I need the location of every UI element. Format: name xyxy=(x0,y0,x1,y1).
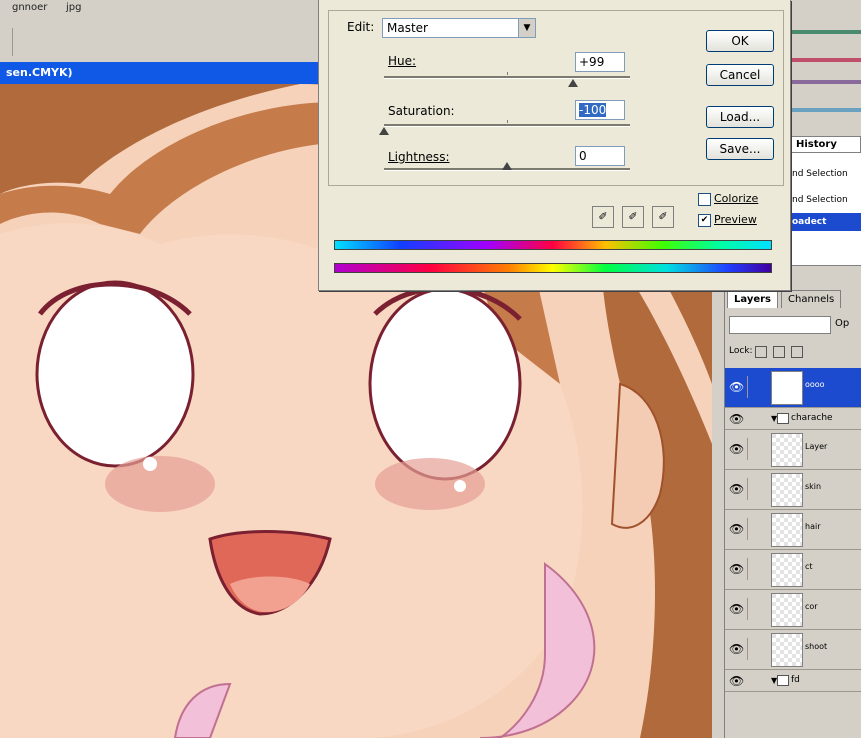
edit-label: Edit: xyxy=(347,20,375,34)
hue-label: Hue: xyxy=(388,54,417,68)
eye-icon[interactable]: 👁 xyxy=(729,642,744,656)
tab-channels[interactable]: Channels xyxy=(781,290,842,308)
hue-slider-track[interactable] xyxy=(384,76,630,79)
layer-group-row[interactable]: 👁 ▼ fd xyxy=(725,670,861,692)
colorize-label: Colorize xyxy=(714,192,759,205)
menu-bar: gnnoer jpg xyxy=(0,0,320,23)
brush-icon xyxy=(747,376,766,398)
layer-name: oooo xyxy=(805,380,825,389)
link-slot xyxy=(747,478,766,500)
layer-name: Layer xyxy=(805,442,828,451)
opacity-label: Op xyxy=(835,318,850,329)
hue-center-tick xyxy=(507,72,508,75)
eyedropper-icon[interactable]: ✐ xyxy=(592,206,614,228)
eye-icon[interactable]: 👁 xyxy=(729,482,744,496)
cancel-button[interactable]: Cancel xyxy=(706,64,774,86)
link-slot xyxy=(747,518,766,540)
menu-item-1[interactable]: jpg xyxy=(66,2,81,13)
lock-image-checkbox[interactable] xyxy=(773,346,785,358)
tab-layers[interactable]: Layers xyxy=(727,290,778,308)
folder-icon xyxy=(777,413,789,424)
layer-group-row[interactable]: 👁 ▼ charache xyxy=(725,408,861,430)
lock-label: Lock: xyxy=(729,346,753,356)
swatch-strip xyxy=(792,108,861,112)
layer-row[interactable]: 👁 ct xyxy=(725,550,861,590)
toolbar-divider xyxy=(12,28,13,56)
menu-item-0[interactable]: gnnoer xyxy=(12,2,47,13)
saturation-input[interactable]: -100 xyxy=(575,100,625,120)
eyedropper-add-icon[interactable]: ✐ xyxy=(622,206,644,228)
hue-input[interactable]: +99 xyxy=(575,52,625,72)
preview-checkbox[interactable]: ✔ xyxy=(698,214,711,227)
layer-name: shoot xyxy=(805,642,828,651)
eye-icon[interactable]: 👁 xyxy=(729,602,744,616)
layer-name: ct xyxy=(805,562,813,571)
layers-panel: Layers Channels Op Lock: 👁 oooo 👁 ▼ char… xyxy=(724,290,861,738)
layer-group-name: charache xyxy=(791,413,833,423)
lightness-label: Lightness: xyxy=(388,150,450,164)
hue-spectrum-bar-output xyxy=(334,263,772,273)
eyedropper-subtract-icon[interactable]: ✐ xyxy=(652,206,674,228)
hue-slider-thumb[interactable] xyxy=(568,79,579,87)
edit-channel-select[interactable]: Master ▼ xyxy=(382,18,536,38)
blend-mode-select[interactable] xyxy=(729,316,831,334)
layer-row[interactable]: 👁 shoot xyxy=(725,630,861,670)
eye-icon[interactable]: 👁 xyxy=(729,522,744,536)
eye-icon[interactable]: 👁 xyxy=(729,442,744,456)
edit-select-value: Master xyxy=(387,21,428,35)
saturation-slider-track[interactable] xyxy=(384,124,630,127)
layer-row[interactable]: 👁 skin xyxy=(725,470,861,510)
save-button[interactable]: Save... xyxy=(706,138,774,160)
history-item[interactable]: nd Selection xyxy=(790,191,861,209)
layer-row[interactable]: 👁 cor xyxy=(725,590,861,630)
history-item-selected[interactable]: oadect xyxy=(790,213,861,231)
layer-thumbnail xyxy=(771,433,803,467)
layer-thumbnail xyxy=(771,553,803,587)
layer-name: hair xyxy=(805,522,821,531)
saturation-label: Saturation: xyxy=(388,104,455,118)
link-slot xyxy=(747,438,766,460)
layer-thumbnail xyxy=(771,513,803,547)
swatch-strip xyxy=(792,58,861,62)
eye-icon[interactable]: 👁 xyxy=(729,674,744,688)
layer-group-name: fd xyxy=(791,675,800,685)
layer-row[interactable]: 👁 Layer xyxy=(725,430,861,470)
hue-spectrum-bar-input xyxy=(334,240,772,250)
lightness-slider-thumb[interactable] xyxy=(502,162,512,170)
layer-thumbnail xyxy=(771,473,803,507)
swatch-strip xyxy=(792,30,861,34)
swatch-strip xyxy=(792,80,861,84)
history-list: nd Selection nd Selection oadect xyxy=(789,152,861,266)
eye-icon[interactable]: 👁 xyxy=(729,562,744,576)
layer-thumbnail xyxy=(771,633,803,667)
link-slot xyxy=(747,558,766,580)
tab-history[interactable]: History xyxy=(789,136,861,152)
saturation-center-tick xyxy=(507,120,508,123)
layer-name: skin xyxy=(805,482,822,491)
history-item[interactable]: nd Selection xyxy=(790,165,861,183)
lock-position-checkbox[interactable] xyxy=(791,346,803,358)
preview-label: Preview xyxy=(714,213,757,226)
saturation-slider-thumb[interactable] xyxy=(379,127,389,135)
eye-icon[interactable]: 👁 xyxy=(729,380,744,394)
chevron-down-icon[interactable]: ▼ xyxy=(518,19,535,37)
layer-row-selected[interactable]: 👁 oooo xyxy=(725,368,861,408)
lightness-input[interactable]: 0 xyxy=(575,146,625,166)
options-bar xyxy=(0,22,320,62)
layer-thumbnail xyxy=(771,371,803,405)
link-slot xyxy=(747,598,766,620)
layer-name: cor xyxy=(805,602,818,611)
layer-row[interactable]: 👁 hair xyxy=(725,510,861,550)
colorize-checkbox[interactable] xyxy=(698,193,711,206)
link-slot xyxy=(747,638,766,660)
layer-thumbnail xyxy=(771,593,803,627)
lock-transparency-checkbox[interactable] xyxy=(755,346,767,358)
ok-button[interactable]: OK xyxy=(706,30,774,52)
eye-icon[interactable]: 👁 xyxy=(729,412,744,426)
load-button[interactable]: Load... xyxy=(706,106,774,128)
folder-icon xyxy=(777,675,789,686)
